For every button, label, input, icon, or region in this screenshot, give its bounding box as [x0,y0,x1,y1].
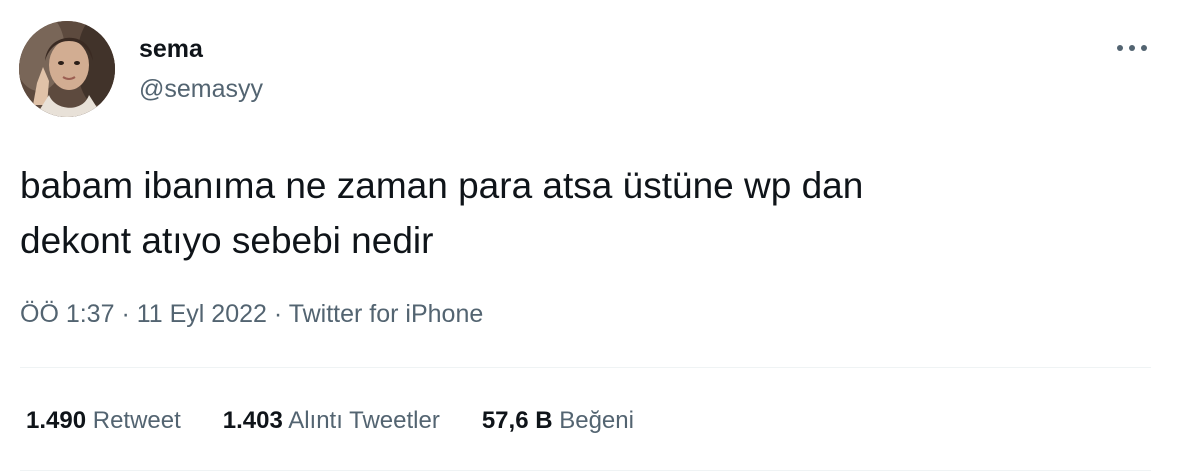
likes-count: 57,6 B [481,407,553,434]
tweet-meta: ÖÖ 1:37 · 11 Eyl 2022 · Twitter for iPho… [20,298,483,330]
more-options-button[interactable] [1112,34,1152,62]
likes-label: Beğeni [559,407,634,434]
author-display-name[interactable]: sema [139,34,203,64]
tweet-stats: 1.490 Retweet 1.403 Alıntı Tweetler 57,6… [26,405,634,437]
meta-separator: · [273,300,283,328]
tweet-date[interactable]: 11 Eyl 2022 [137,300,267,328]
divider [20,470,1151,471]
retweets-label: Retweet [92,407,181,434]
more-options-icon [1117,45,1147,51]
author-handle[interactable]: @semasyy [139,74,263,104]
retweets-count: 1.490 [26,407,87,434]
likes-stat[interactable]: 57,6 B Beğeni [482,405,634,437]
divider [20,367,1151,368]
tweet-time[interactable]: ÖÖ 1:37 [20,300,115,328]
quotes-count: 1.403 [222,407,283,434]
quotes-stat[interactable]: 1.403 Alıntı Tweetler [223,405,440,437]
quotes-label: Alıntı Tweetler [288,407,440,434]
retweets-stat[interactable]: 1.490 Retweet [26,405,181,437]
tweet-source[interactable]: Twitter for iPhone [289,300,484,328]
tweet-card: sema @semasyy babam ibanıma ne zaman par… [0,0,1182,474]
meta-separator: · [121,300,130,328]
user-avatar-photo-icon [19,21,115,117]
avatar[interactable] [19,21,115,117]
tweet-text: babam ibanıma ne zaman para atsa üstüne … [20,165,864,261]
